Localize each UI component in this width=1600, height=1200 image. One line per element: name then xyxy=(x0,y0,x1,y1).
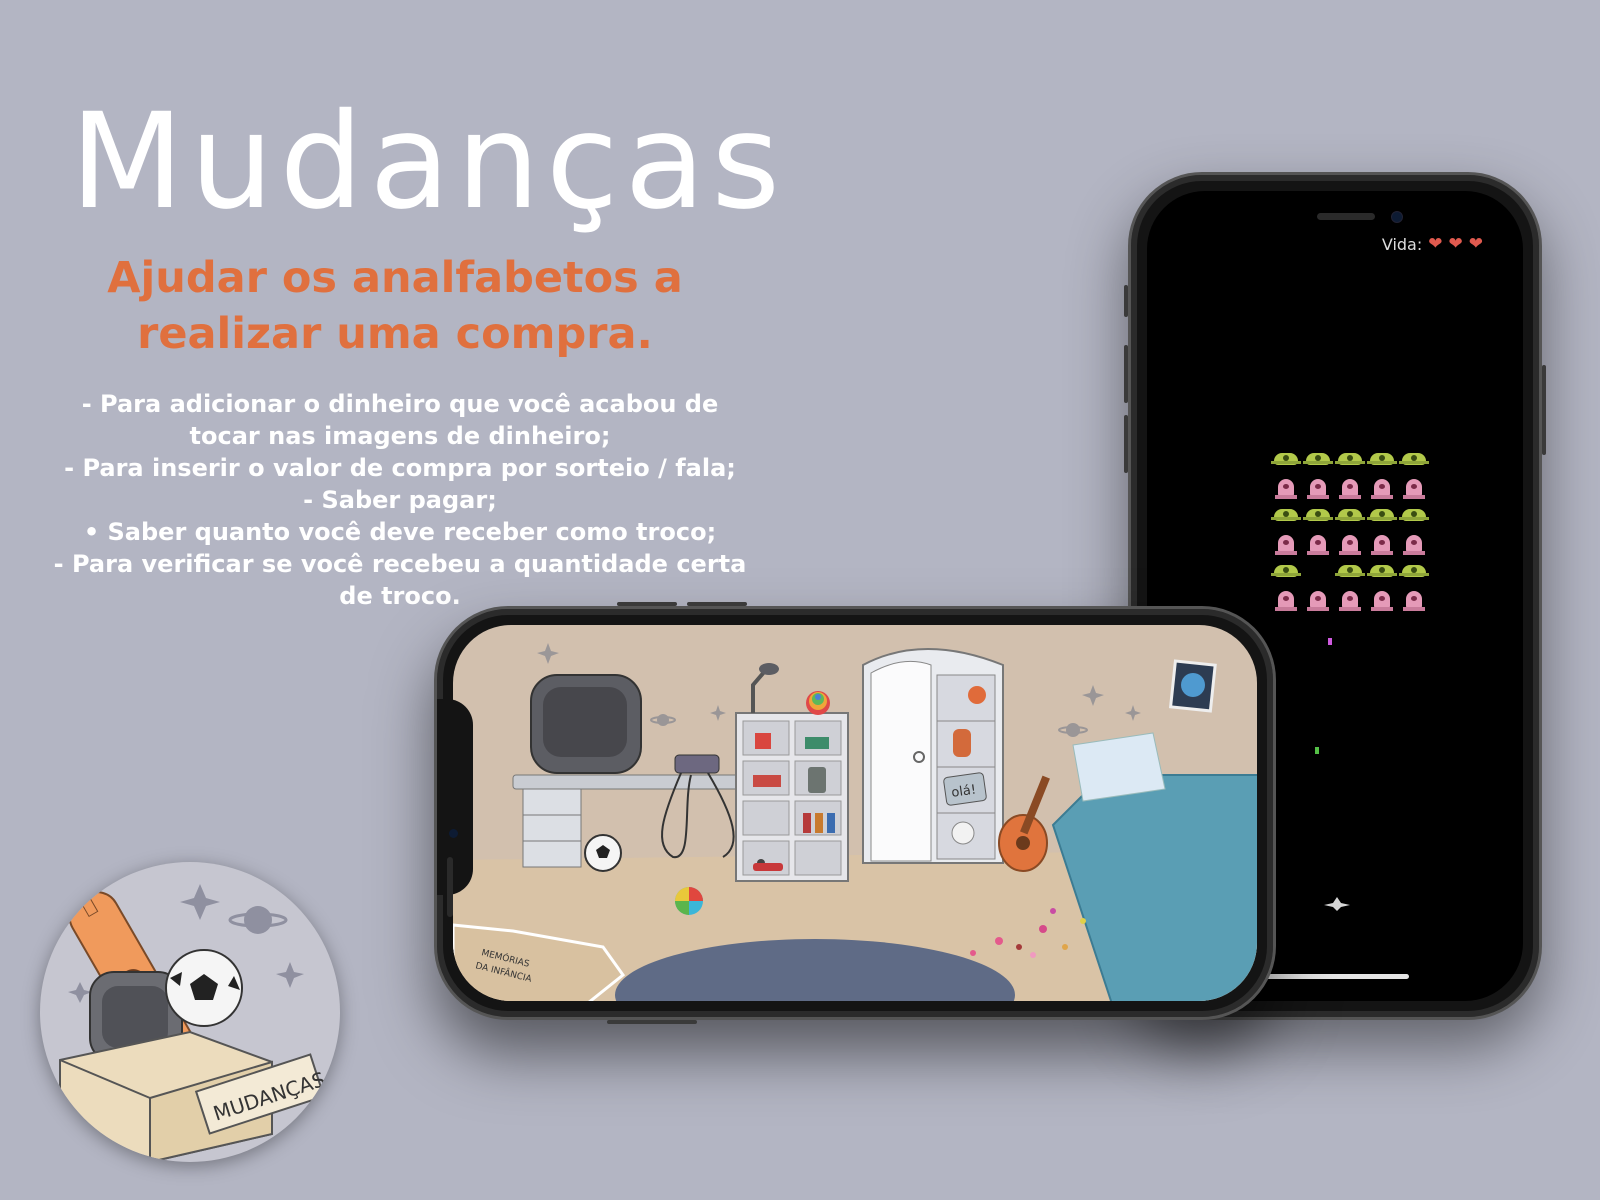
bedroom-illustration: olá! MEMÓRIAS DA INFÂNCIA xyxy=(453,643,1257,1001)
green-alien-icon xyxy=(1271,453,1301,465)
home-indicator xyxy=(1259,974,1409,979)
subtitle: Ajudar os analfabetos a realizar uma com… xyxy=(60,250,730,362)
desk-top xyxy=(512,774,744,790)
app-title: Mudanças xyxy=(70,85,787,239)
game-console xyxy=(674,754,720,774)
heart-icon: ❤ xyxy=(1448,234,1463,254)
lives-label: Vida: xyxy=(1381,235,1423,254)
player-ship-icon[interactable] xyxy=(1324,897,1350,911)
green-alien-icon xyxy=(1399,509,1429,521)
feature-line: • Saber quanto você deve receber como tr… xyxy=(83,518,717,546)
volume-up-button xyxy=(617,602,677,606)
lives-indicator: Vida: ❤ ❤ ❤ xyxy=(1382,235,1483,254)
feature-line: - Para verificar se você recebeu a quant… xyxy=(53,550,747,578)
desk-drawers xyxy=(522,788,582,868)
volume-down-button xyxy=(1124,415,1128,473)
landscape-phone-mockup: olá! MEMÓRIAS DA INFÂNCIA xyxy=(434,602,1276,1024)
volume-down-button xyxy=(687,602,747,606)
earpiece-speaker xyxy=(1317,213,1375,220)
heart-icon: ❤ xyxy=(1428,234,1443,254)
pillow xyxy=(1072,732,1166,802)
pink-alien-icon xyxy=(1339,479,1361,499)
feature-list: - Para adicionar o dinheiro que você aca… xyxy=(40,388,760,612)
rainbow-spring xyxy=(806,691,830,715)
feature-line: - Para inserir o valor de compra por sor… xyxy=(64,454,736,482)
pink-alien-icon xyxy=(1275,535,1297,555)
earpiece-speaker xyxy=(447,857,453,917)
app-logo-badge: MUDANÇAS xyxy=(40,862,340,1162)
feature-line: - Para adicionar o dinheiro que você aca… xyxy=(81,390,719,418)
pink-alien-icon xyxy=(1403,591,1425,611)
pink-alien-icon xyxy=(1307,591,1329,611)
green-alien-icon xyxy=(1367,565,1397,577)
pink-alien-icon xyxy=(1275,479,1297,499)
green-alien-icon xyxy=(1367,509,1397,521)
green-alien-icon xyxy=(1303,453,1333,465)
notch xyxy=(437,699,473,917)
green-alien-icon xyxy=(1335,509,1365,521)
green-alien-icon xyxy=(1303,509,1333,521)
power-button xyxy=(607,1020,697,1024)
front-camera xyxy=(1391,211,1403,223)
bedroom-scene[interactable]: olá! MEMÓRIAS DA INFÂNCIA xyxy=(453,625,1257,1001)
green-alien-icon xyxy=(1367,453,1397,465)
player-bullet xyxy=(1315,747,1319,754)
green-alien-icon xyxy=(1271,509,1301,521)
subtitle-line-2: realizar uma compra. xyxy=(137,309,653,359)
enemy-bullet xyxy=(1328,638,1332,645)
subtitle-line-1: Ajudar os analfabetos a xyxy=(107,253,683,303)
green-alien-icon xyxy=(1335,453,1365,465)
green-alien-icon xyxy=(1399,565,1429,577)
green-alien-icon xyxy=(1271,565,1301,577)
mute-switch xyxy=(1124,285,1128,317)
logo-illustration: MUDANÇAS xyxy=(58,862,328,1162)
pink-alien-icon xyxy=(1307,479,1329,499)
pink-alien-icon xyxy=(1371,479,1393,499)
tv-screen xyxy=(543,687,627,757)
front-camera xyxy=(449,829,458,838)
pink-alien-icon xyxy=(1403,535,1425,555)
green-alien-icon xyxy=(1335,565,1365,577)
feature-line: - Saber pagar; xyxy=(303,486,497,514)
heart-icon: ❤ xyxy=(1468,234,1483,254)
pink-alien-icon xyxy=(1403,479,1425,499)
feature-line: tocar nas imagens de dinheiro; xyxy=(189,422,611,450)
power-button xyxy=(1542,365,1546,455)
pink-alien-icon xyxy=(1371,535,1393,555)
green-alien-icon xyxy=(1399,453,1429,465)
pink-alien-icon xyxy=(1339,535,1361,555)
pink-alien-icon xyxy=(1307,535,1329,555)
pink-alien-icon xyxy=(1275,591,1297,611)
volume-up-button xyxy=(1124,345,1128,403)
pink-alien-icon xyxy=(1339,591,1361,611)
pink-alien-icon xyxy=(1371,591,1393,611)
